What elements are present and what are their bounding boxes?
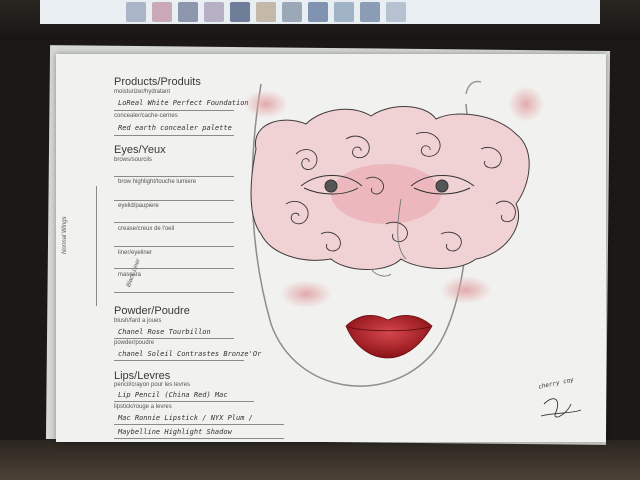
screen-thumbnail <box>204 2 224 22</box>
screen-thumbnail <box>386 2 406 22</box>
cheek-blush-left <box>280 280 332 308</box>
face-drawing <box>244 80 582 418</box>
screen-thumbnail <box>308 2 328 22</box>
keyboard-surface <box>0 440 640 480</box>
forehead-blush <box>508 86 544 122</box>
monitor-bezel <box>0 0 640 40</box>
screen-thumbnail <box>178 2 198 22</box>
screen-thumbnail <box>360 2 380 22</box>
cheek-blush-right <box>440 276 492 304</box>
screen-thumbnail <box>256 2 276 22</box>
forehead-blush <box>244 90 288 118</box>
hairline-stroke <box>465 80 482 95</box>
red-lips <box>345 315 433 359</box>
signature-mark <box>540 398 582 418</box>
screen-thumbnail <box>230 2 250 22</box>
screen-thumbnail <box>282 2 302 22</box>
monitor-screen <box>40 0 600 24</box>
screen-thumbnail <box>126 2 146 22</box>
face-chart-sheet: Products/Produits moisturizer/hydratant … <box>56 54 606 442</box>
screen-thumbnail <box>152 2 172 22</box>
mask-shading <box>331 164 441 224</box>
screen-thumbnail <box>334 2 354 22</box>
